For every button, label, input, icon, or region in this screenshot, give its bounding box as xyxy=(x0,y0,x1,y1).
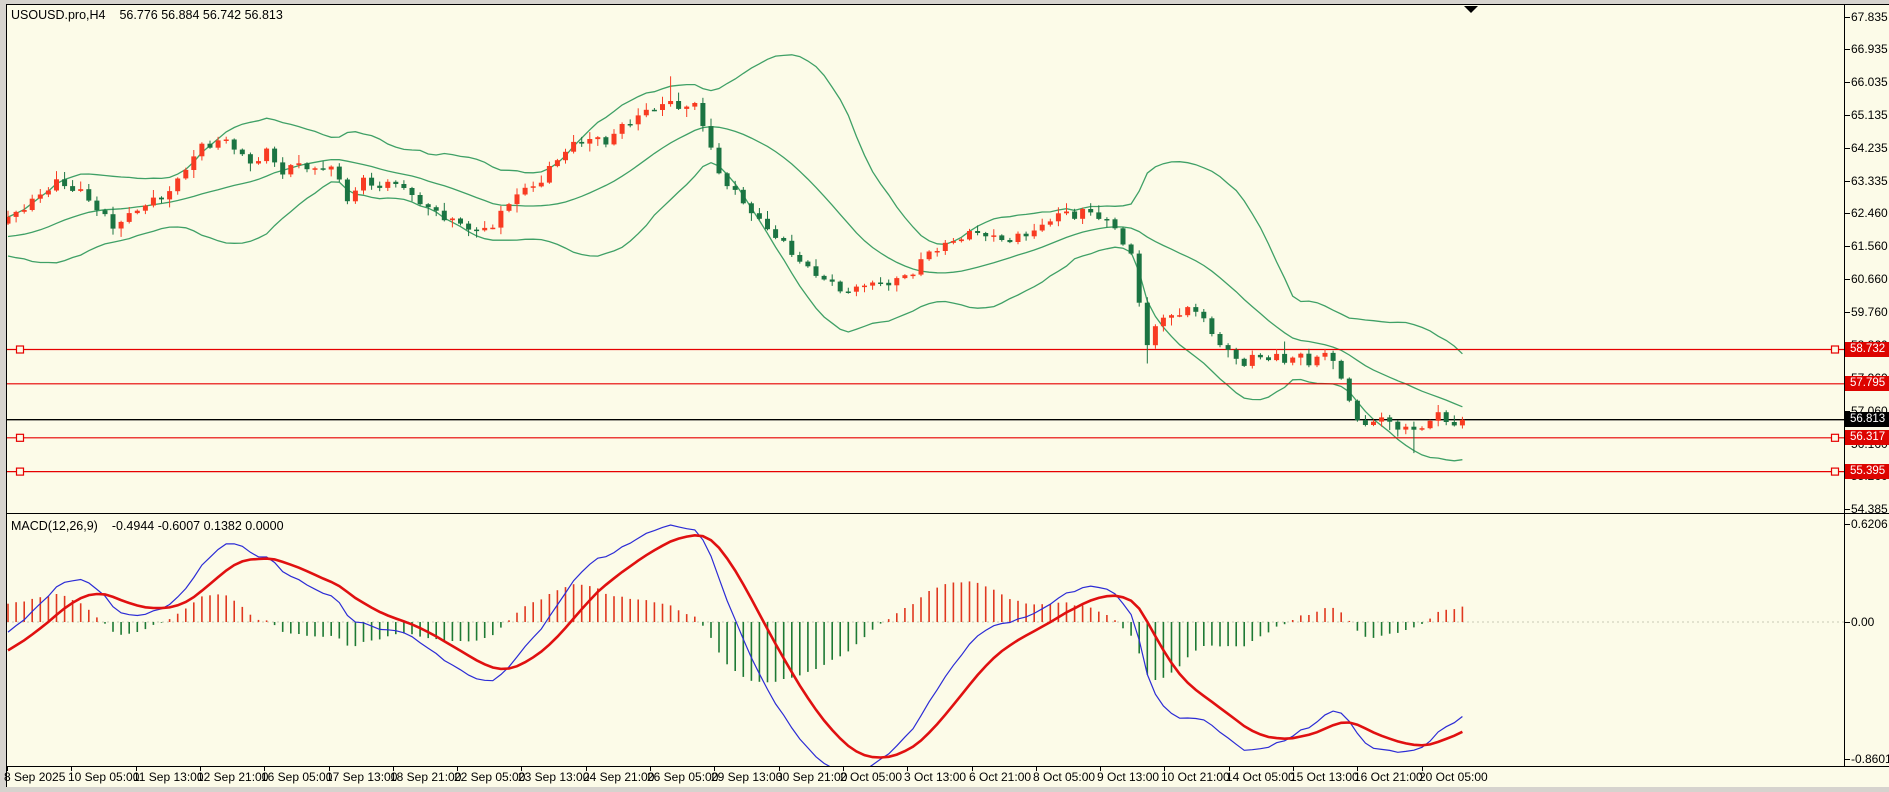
time-tick-label: 24 Sep 21:00 xyxy=(583,770,654,784)
pane-separator[interactable] xyxy=(6,513,1889,514)
macd-axis-tick xyxy=(1845,759,1850,760)
line-drag-handle[interactable] xyxy=(17,434,24,441)
time-tick-label: 26 Sep 05:00 xyxy=(647,770,718,784)
time-tick-label: 22 Sep 05:00 xyxy=(454,770,525,784)
time-tick-label: 15 Oct 13:00 xyxy=(1290,770,1359,784)
bollinger-bands xyxy=(8,55,1462,461)
symbol-title: USOUSD.pro,H4 56.776 56.884 56.742 56.813 xyxy=(11,8,283,22)
price-axis-tick xyxy=(1845,246,1850,247)
time-tick-label: 8 Sep 2025 xyxy=(4,770,65,784)
price-tick-label: 61.560 xyxy=(1851,239,1888,253)
level-price-label: 58.732 xyxy=(1845,342,1889,357)
price-tick-label: 54.385 xyxy=(1851,502,1888,516)
time-tick-label: 2 Oct 05:00 xyxy=(840,770,902,784)
macd-histogram xyxy=(8,581,1462,682)
macd-tick-label: 0.00 xyxy=(1851,615,1874,629)
price-tick-label: 63.335 xyxy=(1851,174,1888,188)
time-tick-label: 17 Sep 13:00 xyxy=(326,770,397,784)
time-tick-label: 10 Sep 05:00 xyxy=(68,770,139,784)
line-drag-handle[interactable] xyxy=(1832,468,1839,475)
time-tick-label: 14 Oct 05:00 xyxy=(1226,770,1295,784)
time-tick-label: 16 Oct 21:00 xyxy=(1354,770,1423,784)
price-axis-tick xyxy=(1845,279,1850,280)
price-axis-tick xyxy=(1845,312,1850,313)
line-drag-handle[interactable] xyxy=(17,468,24,475)
price-tick-label: 62.460 xyxy=(1851,206,1888,220)
time-tick-label: 11 Sep 13:00 xyxy=(133,770,204,784)
macd-indicator-pane[interactable] xyxy=(7,514,1844,766)
bollinger-lower-band xyxy=(8,163,1462,461)
time-tick-label: 18 Sep 21:00 xyxy=(390,770,461,784)
symbol-period-label: USOUSD.pro,H4 xyxy=(11,8,105,22)
time-tick-label: 23 Sep 13:00 xyxy=(518,770,589,784)
chart-shift-icon[interactable] xyxy=(1464,6,1478,13)
price-tick-label: 65.135 xyxy=(1851,108,1888,122)
macd-axis-tick xyxy=(1845,622,1850,623)
price-tick-label: 66.935 xyxy=(1851,42,1888,56)
time-tick-label: 30 Sep 21:00 xyxy=(776,770,847,784)
macd-values-readout: -0.4944 -0.6007 0.1382 0.0000 xyxy=(112,519,284,533)
bollinger-upper-band xyxy=(8,55,1462,354)
line-drag-handle[interactable] xyxy=(17,346,24,353)
time-tick-label: 6 Oct 21:00 xyxy=(969,770,1031,784)
price-axis-tick xyxy=(1845,509,1850,510)
price-tick-label: 64.235 xyxy=(1851,141,1888,155)
time-tick-label: 29 Sep 13:00 xyxy=(711,770,782,784)
macd-tick-label: -0.8601 xyxy=(1851,752,1889,766)
time-tick-label: 9 Oct 13:00 xyxy=(1097,770,1159,784)
time-tick-label: 16 Sep 05:00 xyxy=(261,770,332,784)
price-axis-tick xyxy=(1845,82,1850,83)
time-axis-border xyxy=(6,766,1889,767)
level-price-label: 55.395 xyxy=(1845,464,1889,479)
price-axis-tick xyxy=(1845,17,1850,18)
price-axis-tick xyxy=(1845,148,1850,149)
ohlc-readout: 56.776 56.884 56.742 56.813 xyxy=(119,8,282,22)
macd-tick-label: 0.6206 xyxy=(1851,517,1888,531)
price-axis-tick xyxy=(1845,213,1850,214)
price-tick-label: 67.835 xyxy=(1851,10,1888,24)
price-axis-tick xyxy=(1845,181,1850,182)
price-axis-tick xyxy=(1845,115,1850,116)
macd-label: MACD(12,26,9) -0.4944 -0.6007 0.1382 0.00… xyxy=(11,519,284,533)
price-tick-label: 60.660 xyxy=(1851,272,1888,286)
line-drag-handle[interactable] xyxy=(1832,346,1839,353)
level-price-label: 57.795 xyxy=(1845,376,1889,391)
bid-price-label: 56.813 xyxy=(1845,412,1889,427)
time-tick-label: 20 Oct 05:00 xyxy=(1419,770,1488,784)
terminal-window: USOUSD.pro,H4 56.776 56.884 56.742 56.813… xyxy=(0,0,1889,792)
line-drag-handle[interactable] xyxy=(1832,434,1839,441)
time-tick-label: 3 Oct 13:00 xyxy=(904,770,966,784)
price-axis-tick xyxy=(1845,49,1850,50)
main-chart-pane[interactable] xyxy=(7,5,1844,513)
level-price-label: 56.317 xyxy=(1845,430,1889,445)
time-tick-label: 8 Oct 05:00 xyxy=(1033,770,1095,784)
macd-name-label: MACD(12,26,9) xyxy=(11,519,98,533)
price-tick-label: 66.035 xyxy=(1851,75,1888,89)
time-tick-label: 12 Sep 21:00 xyxy=(197,770,268,784)
horizontal-lines[interactable] xyxy=(7,346,1844,475)
time-tick-label: 10 Oct 21:00 xyxy=(1161,770,1230,784)
price-tick-label: 59.760 xyxy=(1851,305,1888,319)
macd-axis-tick xyxy=(1845,524,1850,525)
